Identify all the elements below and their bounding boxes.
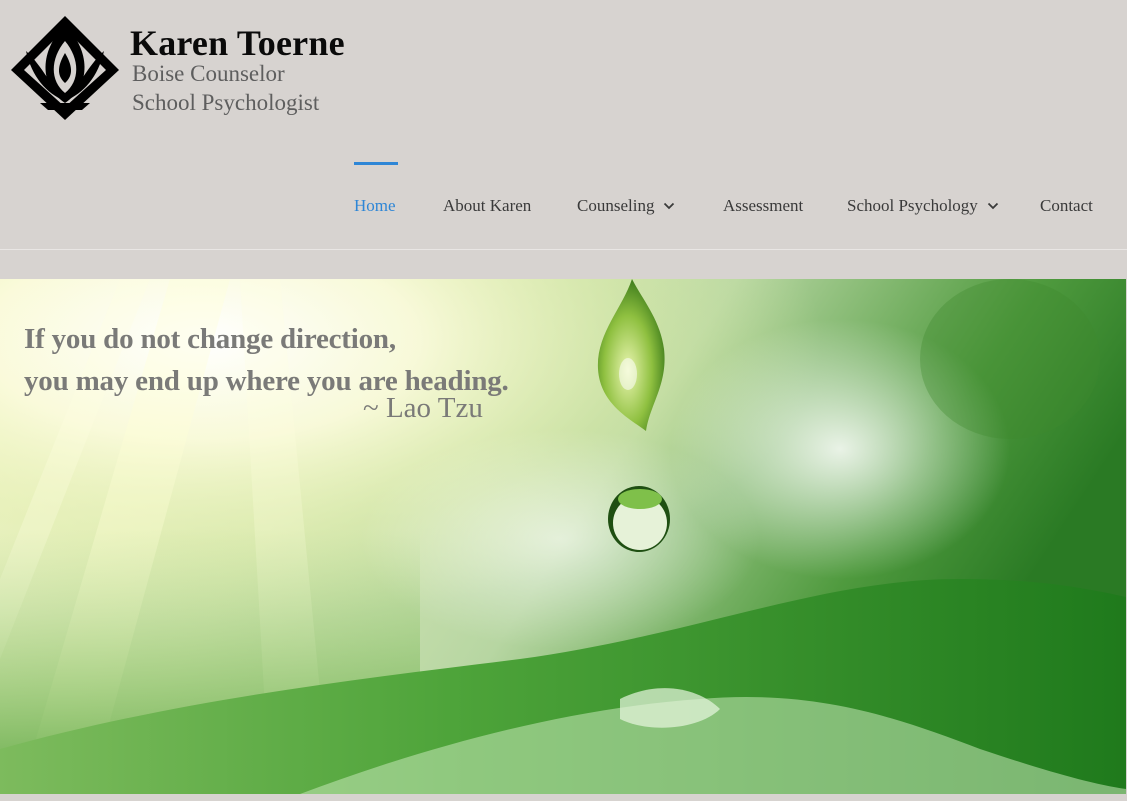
header-divider	[0, 249, 1127, 250]
nav-item-label: Assessment	[723, 196, 804, 215]
nav-item-about-karen[interactable]: About Karen	[443, 196, 531, 216]
nav-item-label: School Psychology	[847, 196, 978, 215]
hero-quote-author: ~ Lao Tzu	[363, 392, 483, 424]
nav-item-label: About Karen	[443, 196, 532, 215]
chevron-down-icon[interactable]	[663, 201, 675, 211]
nav-item-counseling[interactable]: Counseling	[577, 196, 675, 216]
main-nav: Home About Karen Counseling Assessment S…	[0, 0, 1127, 249]
nav-item-label: Contact	[1040, 196, 1093, 215]
chevron-down-icon[interactable]	[987, 201, 999, 211]
nav-item-contact[interactable]: Contact	[1040, 196, 1093, 216]
nav-item-label: Counseling	[577, 196, 655, 215]
active-nav-indicator	[354, 162, 398, 165]
hero-banner: If you do not change direction, you may …	[0, 279, 1126, 794]
site-header: Karen Toerne Boise Counselor School Psyc…	[0, 0, 1127, 249]
hero-quote-line1: If you do not change direction,	[24, 323, 396, 355]
water-drop-image	[0, 279, 1126, 794]
nav-item-label: Home	[354, 196, 396, 215]
nav-item-school-psychology[interactable]: School Psychology	[847, 196, 999, 216]
nav-item-home[interactable]: Home	[354, 196, 396, 216]
nav-item-assessment[interactable]: Assessment	[723, 196, 803, 216]
